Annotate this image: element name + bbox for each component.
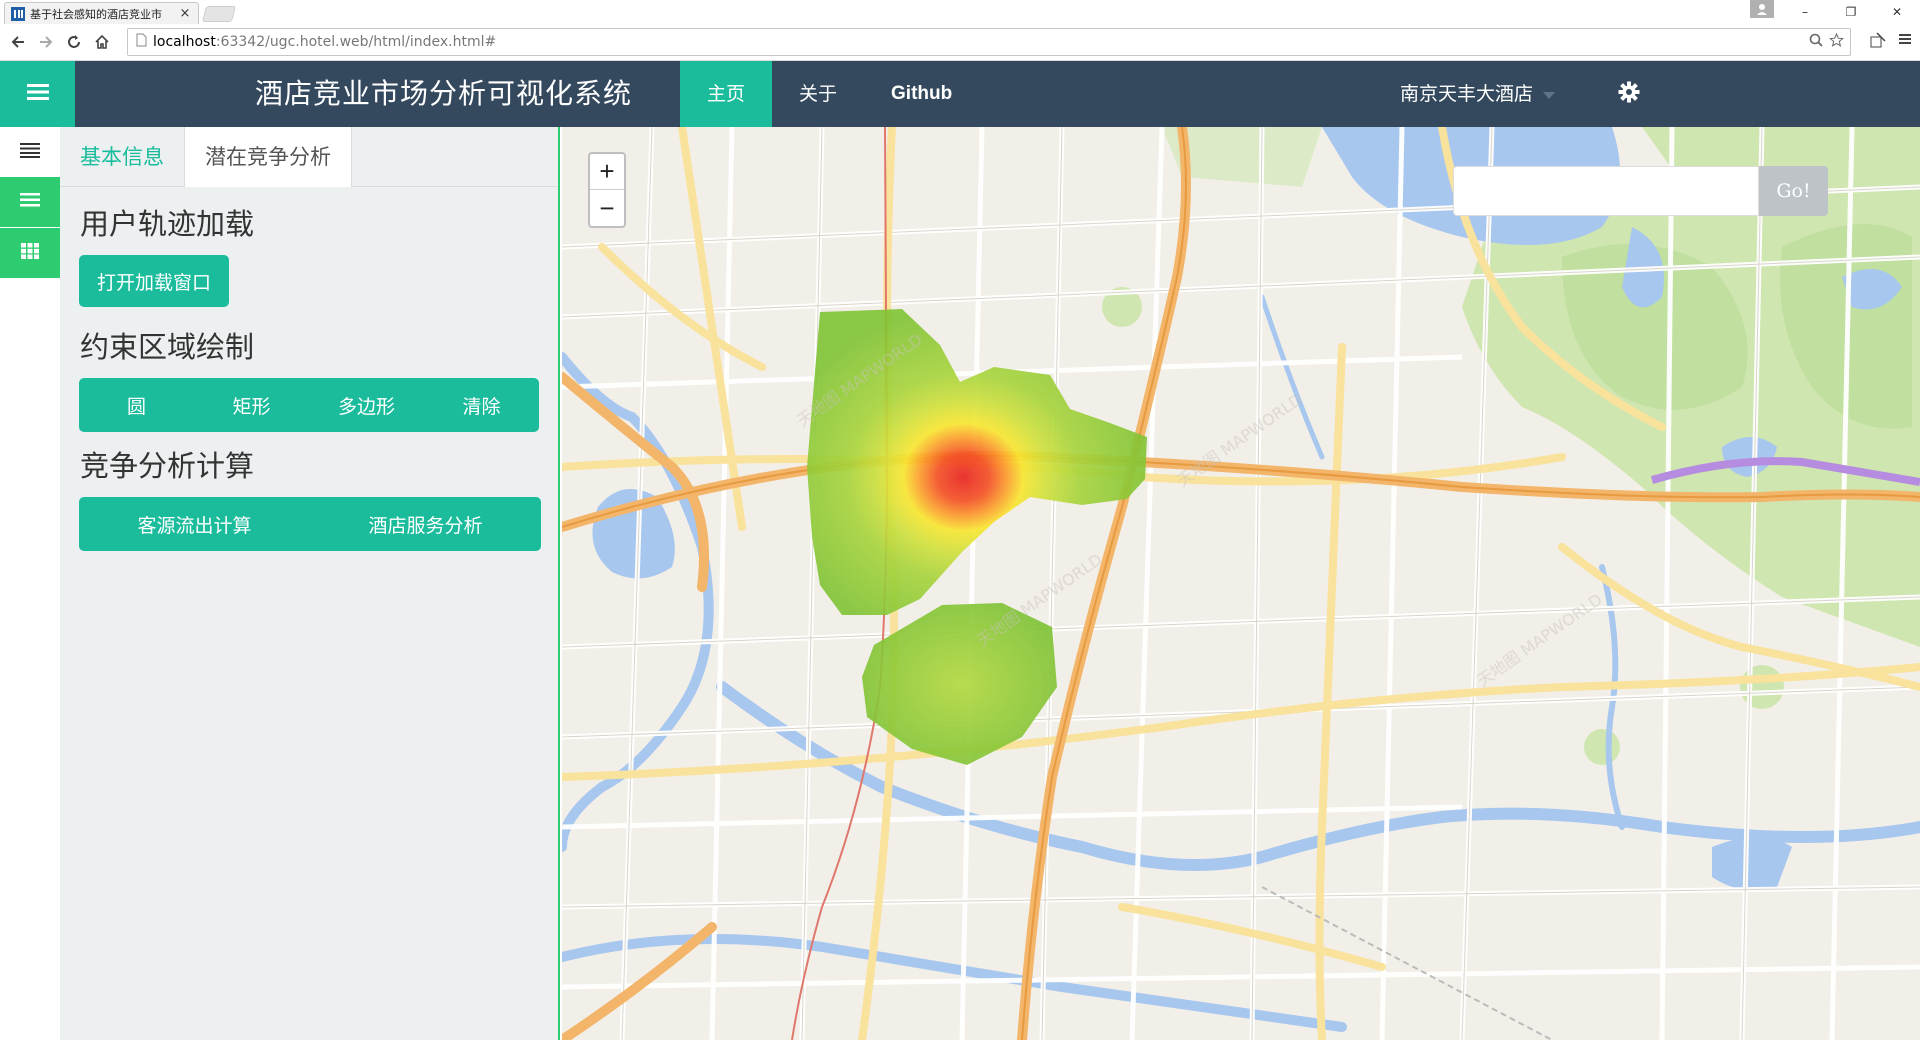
address-bar[interactable]: localhost:63342/ugc.hotel.web/html/index… xyxy=(127,28,1851,56)
main-menu-button[interactable] xyxy=(0,61,75,127)
side-panel: 基本信息 潜在竞争分析 用户轨迹加载 打开加载窗口 约束区域绘制 圆 矩形 多边… xyxy=(60,127,560,1040)
hotel-selector-label: 南京天丰大酒店 xyxy=(1400,83,1534,105)
tab-basic-info[interactable]: 基本信息 xyxy=(60,127,184,187)
map-view[interactable]: 天地图 MAPWORLD 天地图 MAPWORLD 天地图 MAPWORLD 天… xyxy=(562,127,1920,1040)
hotel-selector[interactable]: 南京天丰大酒店 xyxy=(1400,61,1556,127)
forward-arrow-icon[interactable] xyxy=(32,28,60,56)
rail-list-button[interactable] xyxy=(0,177,60,227)
panel-tabs: 基本信息 潜在竞争分析 xyxy=(60,127,558,187)
rail-menu-button[interactable] xyxy=(0,127,60,177)
customer-outflow-button[interactable]: 客源流出计算 xyxy=(79,497,310,551)
close-tab-icon[interactable]: × xyxy=(178,6,192,21)
open-load-window-button[interactable]: 打开加载窗口 xyxy=(79,255,229,307)
tab-competition-analysis[interactable]: 潜在竞争分析 xyxy=(184,127,352,187)
nav-github[interactable]: Github xyxy=(864,61,979,127)
back-arrow-icon[interactable] xyxy=(4,28,32,56)
minimize-button[interactable]: – xyxy=(1782,0,1828,24)
reload-icon[interactable] xyxy=(60,28,88,56)
hotel-service-analysis-button[interactable]: 酒店服务分析 xyxy=(310,497,541,551)
url-path: :63342/ugc.hotel.web/html/index.html# xyxy=(215,34,497,50)
draw-button-group: 圆 矩形 多边形 清除 xyxy=(79,378,539,432)
nav-about[interactable]: 关于 xyxy=(772,61,864,127)
extension-icon[interactable] xyxy=(1870,32,1886,52)
page-title: 酒店竞业市场分析可视化系统 xyxy=(255,77,633,110)
page-icon xyxy=(136,33,147,51)
icon-rail xyxy=(0,127,60,1040)
section-title-competition-calc: 竞争分析计算 xyxy=(80,449,255,483)
bookmark-star-icon[interactable] xyxy=(1828,32,1845,51)
zoom-control: + − xyxy=(588,152,626,228)
favicon-icon xyxy=(11,6,25,21)
zoom-out-button[interactable]: − xyxy=(590,190,624,226)
gear-icon xyxy=(1618,81,1640,107)
new-tab-button[interactable] xyxy=(201,6,237,22)
draw-polygon-button[interactable]: 多边形 xyxy=(309,378,424,432)
hamburger-icon xyxy=(26,83,49,105)
calc-button-group: 客源流出计算 酒店服务分析 xyxy=(79,497,541,551)
search-go-button[interactable]: Go! xyxy=(1759,166,1828,216)
home-icon[interactable] xyxy=(88,28,116,56)
list-icon xyxy=(20,142,40,162)
browser-menu-icon[interactable] xyxy=(1898,32,1912,52)
browser-tab[interactable]: 基于社会感知的酒店竞业市 × xyxy=(4,2,199,24)
zoom-magnifier-icon[interactable] xyxy=(1809,33,1823,51)
map-canvas[interactable]: 天地图 MAPWORLD 天地图 MAPWORLD 天地图 MAPWORLD 天… xyxy=(562,127,1920,1040)
clear-button[interactable]: 清除 xyxy=(424,378,539,432)
zoom-in-button[interactable]: + xyxy=(590,154,624,190)
draw-circle-button[interactable]: 圆 xyxy=(79,378,194,432)
map-search-input[interactable] xyxy=(1453,166,1759,216)
section-title-trajectory: 用户轨迹加载 xyxy=(80,207,255,241)
section-title-region-draw: 约束区域绘制 xyxy=(80,330,255,364)
browser-toolbar: localhost:63342/ugc.hotel.web/html/index… xyxy=(0,24,1920,61)
user-profile-icon[interactable] xyxy=(1750,0,1774,18)
nav-home[interactable]: 主页 xyxy=(680,61,773,127)
caret-down-icon xyxy=(1543,91,1556,99)
close-window-button[interactable]: ✕ xyxy=(1874,0,1920,24)
list-lines-icon xyxy=(20,192,40,212)
grid-icon xyxy=(21,243,39,263)
browser-tab-strip: 基于社会感知的酒店竞业市 × – ❐ ✕ xyxy=(0,0,1920,24)
draw-rectangle-button[interactable]: 矩形 xyxy=(194,378,309,432)
url-host: localhost xyxy=(153,34,216,50)
browser-tab-title: 基于社会感知的酒店竞业市 xyxy=(30,7,162,21)
restore-button[interactable]: ❐ xyxy=(1828,0,1874,24)
main-nav: 主页 关于 Github xyxy=(680,61,979,127)
app-header: 酒店竞业市场分析可视化系统 主页 关于 Github 南京天丰大酒店 xyxy=(0,61,1920,127)
settings-button[interactable] xyxy=(1614,79,1644,109)
rail-grid-button[interactable] xyxy=(0,228,60,278)
